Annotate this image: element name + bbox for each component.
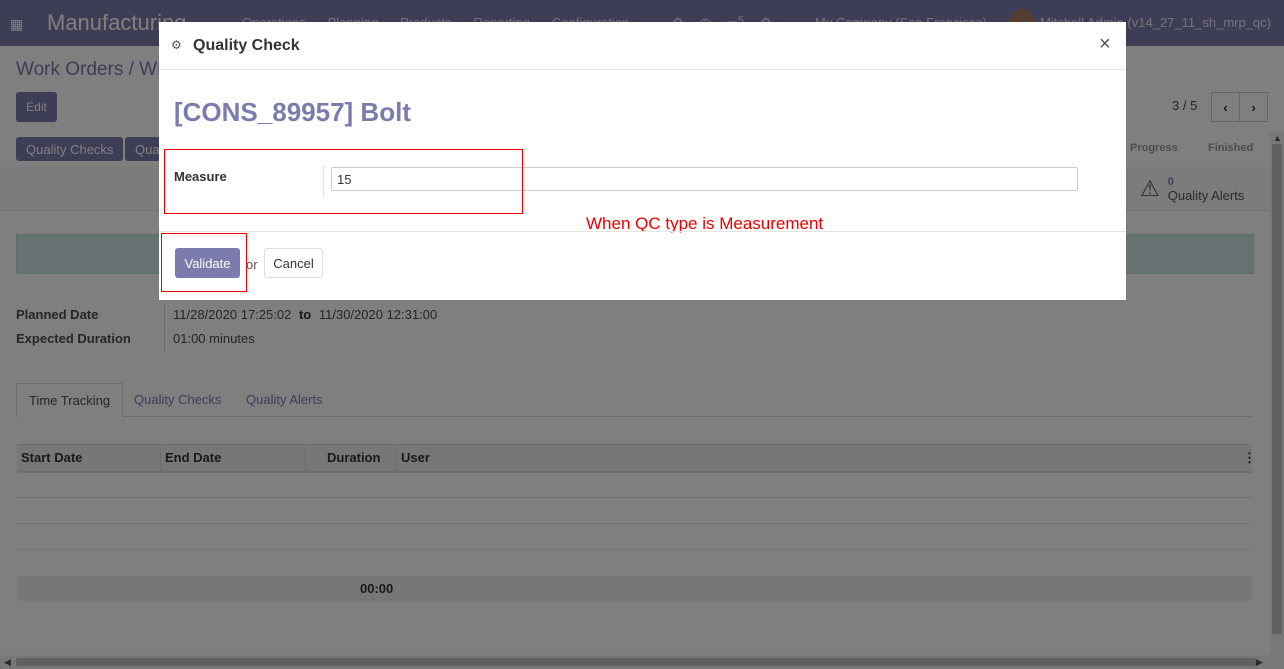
close-icon[interactable]: × bbox=[1099, 33, 1111, 56]
dialog-footer-divider bbox=[159, 231, 1126, 232]
cancel-button[interactable]: Cancel bbox=[264, 248, 323, 278]
bug-icon: ⚙ bbox=[171, 38, 182, 52]
annotation-highlight-validate bbox=[161, 233, 247, 292]
product-name: [CONS_89957] Bolt bbox=[174, 97, 411, 127]
quality-check-dialog: ⚙ Quality Check × [CONS_89957] Bolt Meas… bbox=[159, 22, 1126, 300]
annotation-highlight-measure bbox=[164, 149, 523, 214]
or-label: or bbox=[246, 257, 258, 272]
dialog-header: ⚙ Quality Check × bbox=[159, 22, 1126, 70]
dialog-title: Quality Check bbox=[193, 37, 300, 54]
